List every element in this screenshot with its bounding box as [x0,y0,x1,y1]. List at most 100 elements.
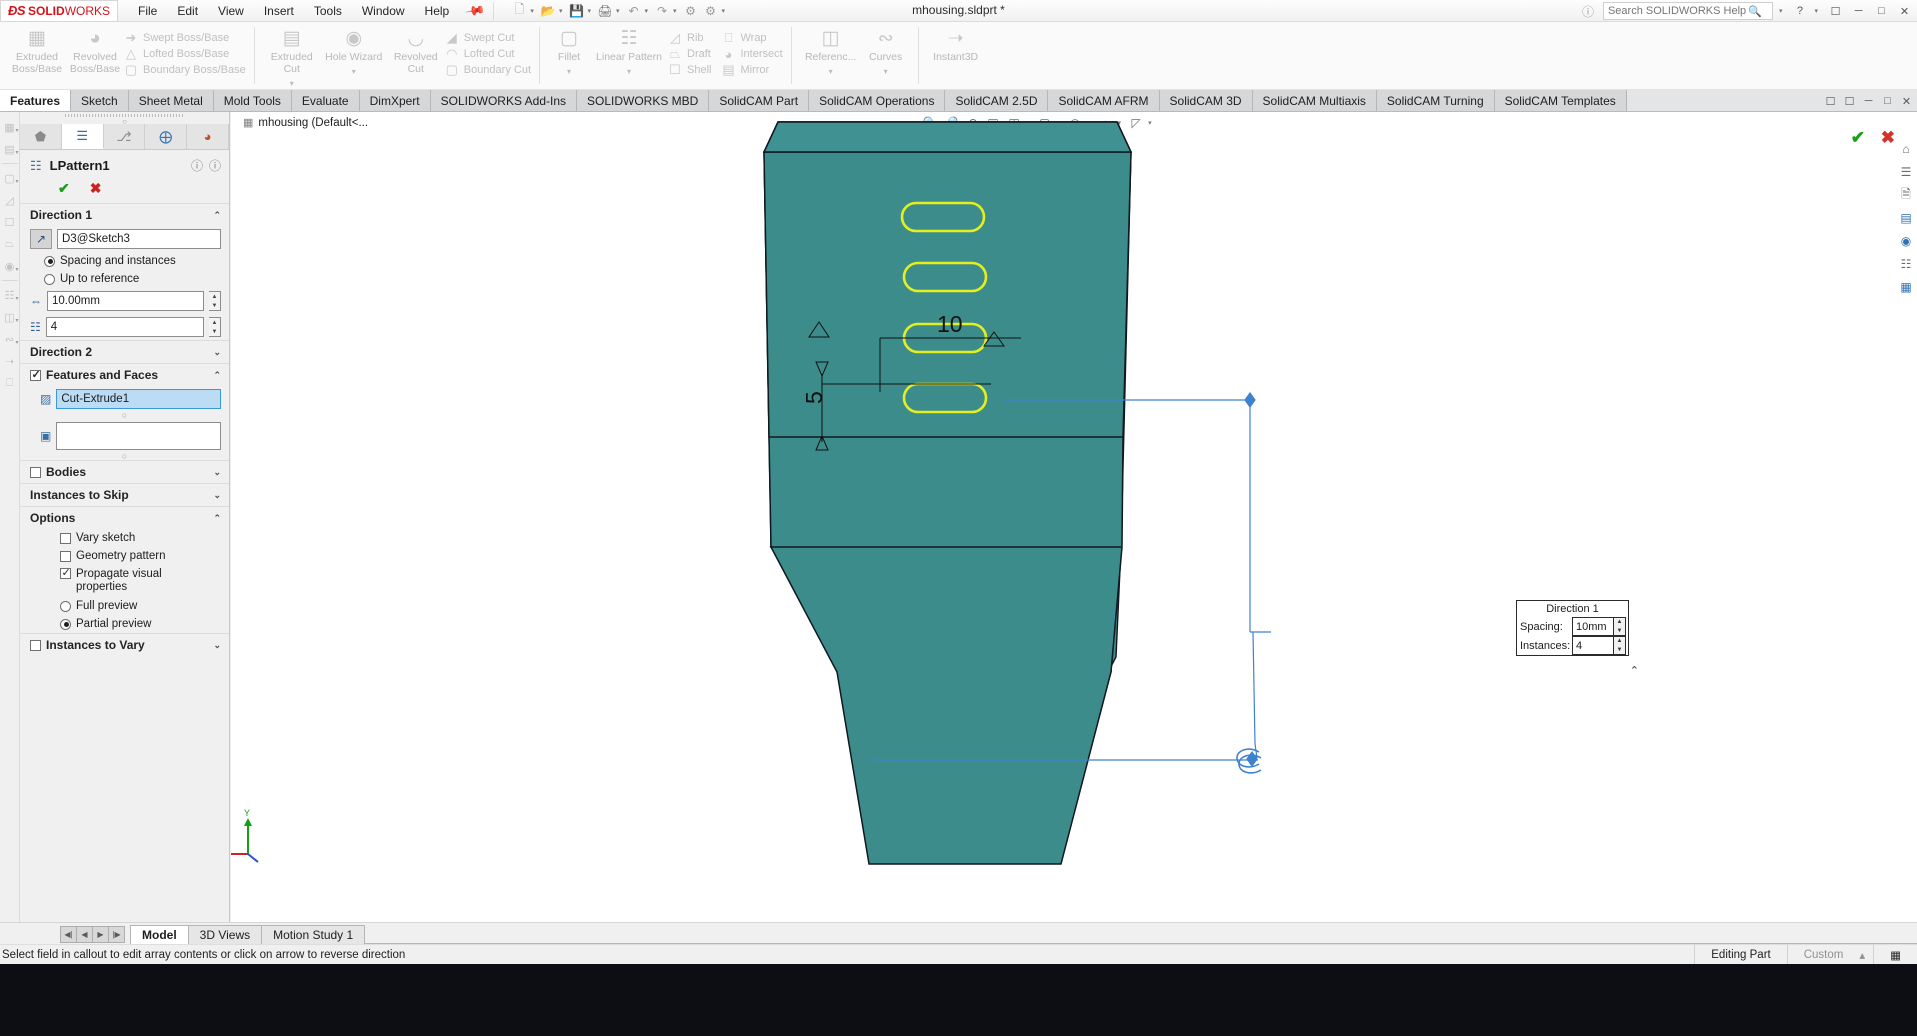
expand-panel-icon[interactable]: ☐ [1843,95,1856,108]
tab-features[interactable]: Features [0,90,72,111]
rib-button[interactable]: ◿ Rib [668,30,711,46]
menu-edit[interactable]: Edit [177,4,198,18]
linear-pattern-button[interactable]: ☷ Linear Pattern ▾ [590,25,668,78]
rib-rail-icon[interactable]: ◿ [2,189,18,211]
callout-instances-input[interactable]: 4 [1572,636,1613,655]
tab-mold-tools[interactable]: Mold Tools [213,90,292,111]
menu-view[interactable]: View [218,4,244,18]
stepper-down-icon[interactable]: ▼ [1614,627,1625,636]
tab-sheet-metal[interactable]: Sheet Metal [128,90,214,111]
faces-select-field[interactable] [56,422,221,450]
boundary-boss-base-button[interactable]: ▢ Boundary Boss/Base [124,62,246,78]
section-direction-1[interactable]: Direction 1 ⌃ [20,203,229,226]
first-icon[interactable]: ◀| [60,926,77,943]
stepper-up-icon[interactable]: ▲ [209,318,220,327]
section-options[interactable]: Options ⌃ [20,506,229,529]
restore-down-icon[interactable]: ☐ [1827,3,1844,20]
reference-geometry-rail-icon[interactable]: ◫ ▾ [2,306,18,328]
stepper-up-icon[interactable]: ▲ [1614,618,1625,627]
redo-icon[interactable]: ↷ [653,2,671,20]
pattern-callout[interactable]: Direction 1 Spacing: 10mm ▲ ▼ Instances: … [1516,600,1639,677]
fillet-rail-icon[interactable]: ▢ ▾ [2,167,18,189]
instant3d-rail-icon[interactable]: ➝ [2,350,18,372]
checkbox-icon[interactable] [60,550,71,562]
stepper-up-icon[interactable]: ▲ [209,292,220,301]
next-icon[interactable]: ▶ [92,926,109,943]
tab-solidcam-part[interactable]: SolidCAM Part [709,90,810,111]
display-manager-tab[interactable]: ◕ [187,124,229,149]
section-features-and-faces[interactable]: Features and Faces ⌃ [20,363,229,386]
draft-rail-icon[interactable]: ⏢ [2,233,18,255]
radio-icon[interactable] [60,600,71,612]
feature-manager-tab[interactable]: ⬟ [20,124,62,149]
option-geometry-pattern[interactable]: Geometry pattern [20,547,229,565]
menu-tools[interactable]: Tools [314,4,342,18]
bottom-tab-3d-views[interactable]: 3D Views [187,925,263,944]
features-select-field[interactable]: Cut-Extrude1 [56,389,221,409]
option-full-preview[interactable]: Full preview [20,597,229,615]
shell-button[interactable]: ☐ Shell [668,62,711,78]
tab-sketch[interactable]: Sketch [71,90,129,111]
option-vary-sketch[interactable]: Vary sketch [20,529,229,547]
help-circle-icon[interactable]: ⓘ [1579,2,1597,20]
fillet-button[interactable]: ▢ Fillet ▾ [548,25,590,78]
graphics-area[interactable]: ▦ mhousing (Default<... 🔍 🔎 ↶ ▣ ◫▾ ▢▾ ◉▾… [231,112,1917,922]
menu-help[interactable]: Help [425,4,450,18]
swept-boss-base-button[interactable]: ➜ Swept Boss/Base [124,30,246,46]
tab-solidcam-25d[interactable]: SolidCAM 2.5D [945,90,1049,111]
help-new-icon[interactable]: ⓘ [191,157,203,174]
model-viewport[interactable]: 10 5 Y [231,112,1917,922]
new-document-icon[interactable]: 🗋 [510,2,528,20]
search-icon[interactable]: 🔍 [1748,5,1762,18]
extruded-boss-base-button[interactable]: ▦ Extruded Boss/Base [8,25,66,76]
tab-solidcam-templates[interactable]: SolidCAM Templates [1494,90,1627,111]
search-caret-icon[interactable]: ▾ [1779,7,1783,15]
last-icon[interactable]: |▶ [108,926,125,943]
features-faces-checkbox[interactable] [30,368,41,381]
stepper-up-icon[interactable]: ▲ [1614,637,1625,646]
tab-solidcam-operations[interactable]: SolidCAM Operations [809,90,946,111]
chevron-down-icon[interactable]: ▾ [352,66,356,78]
chevron-down-icon[interactable]: ⌄ [213,347,221,358]
option-propagate-visual-properties[interactable]: Propagate visual properties [20,565,229,597]
wrap-rail-icon[interactable]: ⎕ [2,372,18,394]
extruded-cut-button[interactable]: ▤ Extruded Cut ▾ [263,25,321,90]
lofted-boss-base-button[interactable]: △ Lofted Boss/Base [124,46,246,62]
close-icon[interactable]: ✕ [1896,3,1913,20]
chevron-down-icon[interactable]: ▾ [290,78,294,90]
tab-solidcam-turning[interactable]: SolidCAM Turning [1376,90,1495,111]
boundary-cut-button[interactable]: ▢ Boundary Cut [445,62,531,78]
rebuild-icon[interactable]: ⚙ [682,2,700,20]
linear-pattern-rail-icon[interactable]: ☷ ▾ [2,284,19,306]
extruded-boss-rail-icon[interactable]: ▦ ▾ [2,116,18,138]
minimize-icon[interactable]: ─ [1850,3,1867,20]
chevron-down-icon[interactable]: ⌄ [213,640,221,651]
menu-file[interactable]: File [138,4,157,18]
revolved-boss-base-button[interactable]: ◕ Revolved Boss/Base [66,25,124,76]
open-folder-icon[interactable]: 📂 [539,2,557,20]
hole-wizard-button[interactable]: ◉ Hole Wizard ▾ [321,25,387,78]
tab-dimxpert[interactable]: DimXpert [359,90,431,111]
dimxpert-manager-tab[interactable]: ⨁ [145,124,188,149]
status-caret-icon[interactable]: ▴ [1859,945,1873,965]
bodies-checkbox[interactable] [30,466,41,478]
cancel-button[interactable]: ✖ [90,180,102,197]
chevron-down-icon[interactable]: ▾ [567,66,571,78]
solidworks-logo[interactable]: ĐS SOLIDWORKS [0,0,118,22]
chevron-up-icon[interactable]: ⌃ [213,513,221,524]
options-gear-icon[interactable]: ⚙ [702,2,720,20]
checkbox-checked-icon[interactable] [60,566,71,579]
restore-panel-icon[interactable]: ☐ [1824,95,1837,108]
dome-rail-icon[interactable]: ◉ ▾ [2,255,19,277]
checkbox-icon[interactable] [60,532,71,544]
stepper-down-icon[interactable]: ▼ [209,327,220,336]
mirror-button[interactable]: ▤ Mirror [721,62,782,78]
extruded-cut-rail-icon[interactable]: ▤ ▾ [2,138,18,160]
spacing-stepper[interactable]: ▲ ▼ [209,291,221,311]
wrap-button[interactable]: ⎕ Wrap [721,30,782,46]
section-instances-to-vary[interactable]: Instances to Vary ⌄ [20,633,229,656]
chevron-up-icon[interactable]: ⌃ [213,370,221,381]
stepper-down-icon[interactable]: ▼ [1614,646,1625,655]
tab-solidworks-mbd[interactable]: SOLIDWORKS MBD [577,90,710,111]
option-partial-preview[interactable]: Partial preview [20,615,229,633]
